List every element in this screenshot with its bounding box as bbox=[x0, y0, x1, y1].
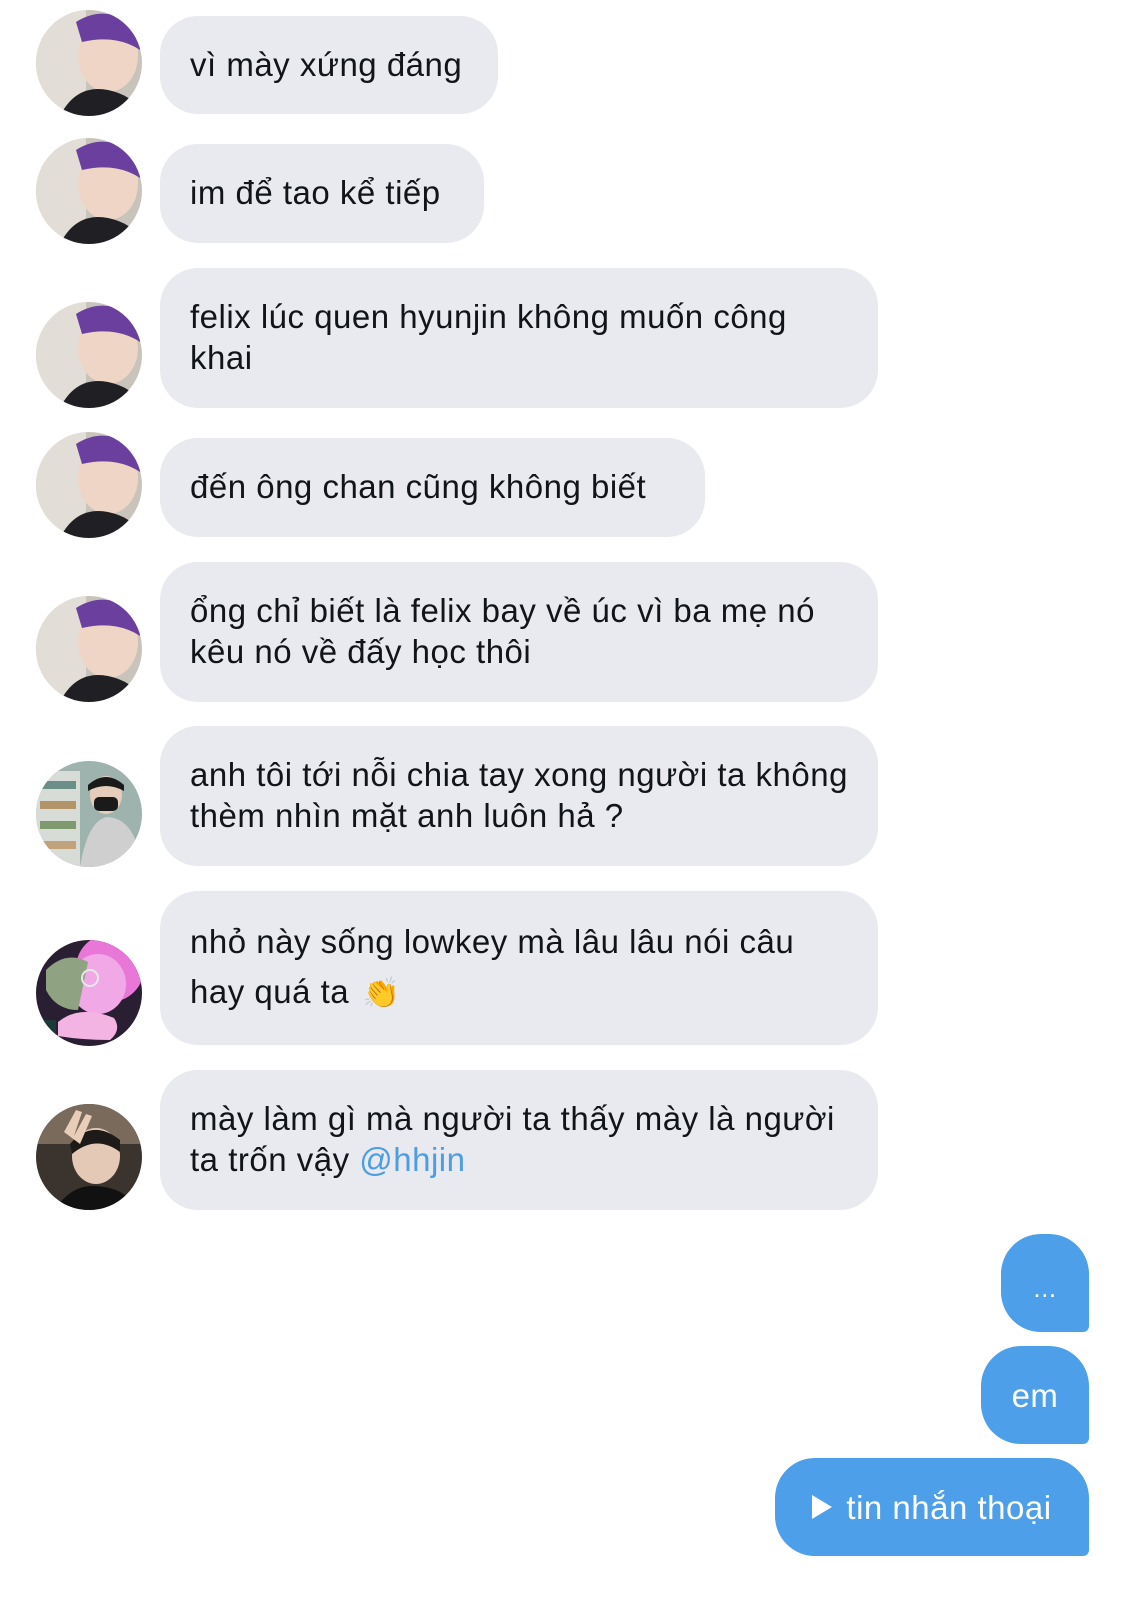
message-text: anh tôi tới nỗi chia tay xong người ta k… bbox=[190, 756, 848, 834]
message-text: mày làm gì mà người ta thấy mày là người… bbox=[190, 1100, 835, 1178]
message-bubble[interactable]: mày làm gì mà người ta thấy mày là người… bbox=[160, 1070, 878, 1210]
user-purple-hair-avatar[interactable] bbox=[36, 138, 142, 244]
message-bubble[interactable]: nhỏ này sống lowkey mà lâu lâu nói câu h… bbox=[160, 891, 878, 1045]
message-bubble[interactable]: đến ông chan cũng không biết bbox=[160, 438, 705, 537]
user-peace-sign-avatar[interactable] bbox=[36, 1104, 142, 1210]
message-text: felix lúc quen hyunjin không muốn công k… bbox=[190, 298, 787, 376]
user-pink-light-avatar[interactable] bbox=[36, 940, 142, 1046]
message-bubble[interactable]: felix lúc quen hyunjin không muốn công k… bbox=[160, 268, 878, 408]
message-text: ... bbox=[1033, 1272, 1057, 1303]
user-purple-hair-avatar[interactable] bbox=[36, 302, 142, 408]
outgoing-message-bubble[interactable]: ... bbox=[1001, 1234, 1089, 1332]
user-purple-hair-avatar[interactable] bbox=[36, 10, 142, 116]
message-text: vì mày xứng đáng bbox=[190, 46, 463, 83]
message-bubble[interactable]: vì mày xứng đáng bbox=[160, 16, 498, 114]
user-purple-hair-avatar[interactable] bbox=[36, 432, 142, 538]
play-icon[interactable] bbox=[812, 1495, 833, 1519]
message-text: ổng chỉ biết là felix bay về úc vì ba mẹ… bbox=[190, 592, 816, 670]
user-mask-store-avatar[interactable] bbox=[36, 761, 142, 867]
message-bubble[interactable]: anh tôi tới nỗi chia tay xong người ta k… bbox=[160, 726, 878, 866]
user-purple-hair-avatar[interactable] bbox=[36, 596, 142, 702]
outgoing-message-bubble[interactable]: em bbox=[981, 1346, 1089, 1444]
voice-message-bubble[interactable]: tin nhắn thoại bbox=[775, 1458, 1089, 1556]
message-bubble[interactable]: im để tao kể tiếp bbox=[160, 144, 484, 243]
message-text: im để tao kể tiếp bbox=[190, 174, 441, 211]
message-text: nhỏ này sống lowkey mà lâu lâu nói câu h… bbox=[190, 923, 795, 1010]
clapping-hands-icon: 👏 bbox=[362, 977, 401, 1011]
message-bubble[interactable]: ổng chỉ biết là felix bay về úc vì ba mẹ… bbox=[160, 562, 878, 702]
message-text: em bbox=[1011, 1376, 1059, 1414]
message-text: tin nhắn thoại bbox=[846, 1488, 1052, 1526]
chat-thread: vì mày xứng đáng im để tao kể tiếp felix… bbox=[0, 0, 1125, 1602]
user-mention[interactable]: @hhjin bbox=[359, 1141, 465, 1178]
message-text: đến ông chan cũng không biết bbox=[190, 468, 647, 505]
